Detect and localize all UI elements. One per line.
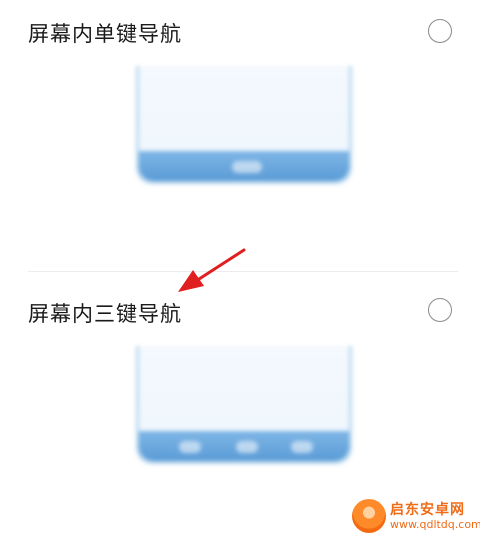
watermark-logo-icon	[352, 499, 386, 533]
three-key-nav-preview-image	[122, 346, 368, 468]
option-divider	[28, 271, 458, 272]
watermark-brand: 启东安卓网	[390, 502, 465, 518]
single-key-nav-preview-image	[122, 66, 368, 188]
option-single-key-nav-label: 屏幕内单键导航	[28, 22, 182, 46]
watermark-url: www.qdltdq.com	[390, 518, 480, 531]
option-three-key-nav-label: 屏幕内三键导航	[28, 302, 182, 326]
single-key-nav-radio[interactable]	[428, 19, 452, 43]
three-key-nav-radio[interactable]	[428, 298, 452, 322]
watermark: 启东安卓网 www.qdltdq.com	[352, 497, 480, 535]
